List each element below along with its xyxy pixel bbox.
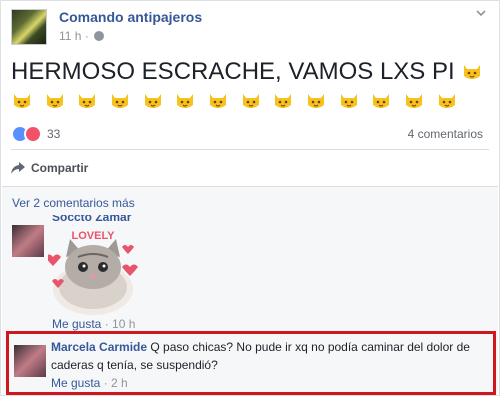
post-text-content: HERMOSO ESCRACHE, VAMOS LXS PI (11, 58, 455, 85)
cat-emoji-icon (461, 60, 483, 82)
cat-emoji-icon (272, 89, 294, 111)
cat-emoji-icon (11, 89, 33, 111)
like-link[interactable]: Me gusta (51, 376, 100, 390)
cat-emoji-icon (338, 89, 360, 111)
post-text: HERMOSO ESCRACHE, VAMOS LXS PI (11, 57, 489, 115)
cat-emoji-icon (174, 89, 196, 111)
comments-section: Ver 2 comentarios más Soccto Zamar (2, 186, 498, 395)
cat-emoji-icon (207, 89, 229, 111)
avatar[interactable] (14, 345, 46, 377)
cat-emoji-icon (403, 89, 425, 111)
comment-time[interactable]: 10 h (112, 317, 135, 331)
share-label: Compartir (31, 161, 89, 175)
divider (11, 149, 489, 150)
chevron-down-icon[interactable] (475, 7, 487, 19)
actions-separator: · (103, 376, 108, 390)
comment-time[interactable]: 2 h (111, 376, 128, 390)
highlighted-comment: Marcela Carmide Q paso chicas? No pude i… (6, 331, 496, 395)
facebook-post: Comando antipajeros 11 h · HERMOSO ESCRA… (0, 0, 500, 396)
page-avatar[interactable] (11, 9, 47, 45)
reactions-count[interactable]: 33 (47, 127, 60, 141)
share-icon (11, 162, 25, 174)
comment-author[interactable]: Soccto Zamar (52, 215, 132, 221)
cat-emoji-icon (76, 89, 98, 111)
actions-separator: · (104, 317, 109, 331)
post-time[interactable]: 11 h (59, 29, 81, 43)
comment-actions: Me gusta · 10 h (52, 317, 135, 331)
cat-emoji-icon (305, 89, 327, 111)
love-reaction-icon (24, 125, 42, 143)
cat-emoji-icon (240, 89, 262, 111)
cat-emoji-icon (436, 89, 458, 111)
view-more-comments-link[interactable]: Ver 2 comentarios más (12, 196, 135, 210)
like-link[interactable]: Me gusta (52, 317, 101, 331)
globe-icon (94, 31, 105, 41)
cat-emoji-icon (44, 89, 66, 111)
meta-separator: · (84, 29, 89, 43)
page-name-link[interactable]: Comando antipajeros (59, 9, 202, 25)
cat-emoji-icon (370, 89, 392, 111)
comment-actions: Me gusta · 2 h (51, 376, 128, 390)
cat-sticker-image: LOVELY (48, 230, 138, 315)
sticker-label: LOVELY (72, 230, 116, 242)
post-meta: 11 h · (59, 29, 105, 43)
comment-body: Marcela Carmide Q paso chicas? No pude i… (51, 338, 491, 374)
avatar[interactable] (12, 225, 44, 257)
comments-count-link[interactable]: 4 comentarios (408, 127, 483, 141)
cat-emoji-icon (109, 89, 131, 111)
comment-author[interactable]: Marcela Carmide (51, 340, 147, 354)
cat-emoji-icon (142, 89, 164, 111)
